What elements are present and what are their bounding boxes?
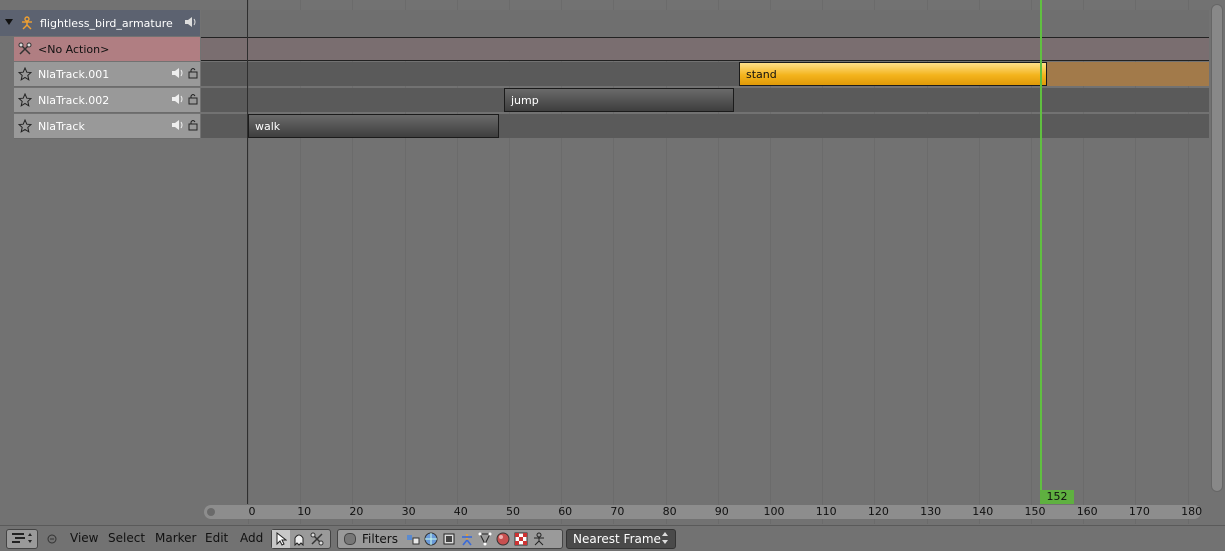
ruler-tick-label: 50 xyxy=(506,505,520,518)
speaker-icon[interactable] xyxy=(171,93,185,108)
editor-type-menu[interactable] xyxy=(6,529,38,549)
ruler-tick-label: 150 xyxy=(1024,505,1046,518)
object-channel-label: flightless_bird_armature xyxy=(40,16,173,30)
nla-strip-jump[interactable]: jump xyxy=(504,88,734,112)
track-channel[interactable]: NlaTrack xyxy=(14,114,200,139)
action-channel-label: <No Action> xyxy=(38,42,110,56)
mesh-filter-icon[interactable] xyxy=(476,530,494,548)
frame-zero-line xyxy=(247,0,248,504)
unlock-icon[interactable] xyxy=(188,93,198,108)
ruler-tick-label: 90 xyxy=(714,505,729,518)
star-icon[interactable] xyxy=(18,93,32,107)
current-frame-badge[interactable]: 152 xyxy=(1040,490,1074,504)
strip-label: walk xyxy=(255,119,281,133)
track-channel[interactable]: NlaTrack.002 xyxy=(14,88,200,113)
ruler-tick-label: 70 xyxy=(610,505,625,518)
ruler-tick-label: 120 xyxy=(867,505,889,518)
channel-list: flightless_bird_armature <No Action> Nla… xyxy=(0,0,201,524)
track-label: NlaTrack xyxy=(38,119,85,133)
ruler-tick-label: 180 xyxy=(1181,505,1203,518)
track-label: NlaTrack.002 xyxy=(38,93,110,107)
snap-mode-value: Nearest Frame xyxy=(573,532,661,546)
ruler-tick-label: 80 xyxy=(662,505,677,518)
scrollbar-thumb[interactable] xyxy=(1211,4,1223,492)
material-filter-icon[interactable] xyxy=(494,530,512,548)
action-filter-icon[interactable] xyxy=(308,530,326,548)
scene-filter-icon[interactable] xyxy=(404,530,422,548)
menu-edit[interactable]: Edit xyxy=(205,526,228,551)
ruler-tick-label: 40 xyxy=(453,505,468,518)
expand-triangle-icon[interactable] xyxy=(4,17,14,30)
ruler-tick-label: 20 xyxy=(349,505,364,518)
ruler-left-handle[interactable] xyxy=(207,508,215,516)
ruler-tick-label: 160 xyxy=(1076,505,1098,518)
unlock-icon[interactable] xyxy=(188,67,198,82)
star-icon[interactable] xyxy=(18,67,32,81)
nla-editor-icon xyxy=(11,531,33,548)
track-toggles xyxy=(171,119,198,134)
action-channel[interactable]: <No Action> xyxy=(14,37,200,61)
menu-add[interactable]: Add xyxy=(240,526,263,551)
ruler-tick-label: 60 xyxy=(558,505,573,518)
vertical-scrollbar[interactable] xyxy=(1209,0,1225,524)
armature-filter-icon[interactable] xyxy=(458,530,476,548)
ruler-tick-label: 30 xyxy=(401,505,416,518)
action-band xyxy=(201,38,1209,61)
pointer-icon[interactable] xyxy=(272,530,290,548)
texture-filter-icon[interactable] xyxy=(512,530,530,548)
ruler-tick-label: 110 xyxy=(815,505,837,518)
filters-toggle[interactable]: Filters xyxy=(338,532,404,546)
playhead[interactable] xyxy=(1040,0,1042,504)
object-filter-icon[interactable] xyxy=(440,530,458,548)
unlock-icon[interactable] xyxy=(188,119,198,134)
pose-filter-icon[interactable] xyxy=(530,530,548,548)
filters-label: Filters xyxy=(362,532,398,546)
track-label: NlaTrack.001 xyxy=(38,67,110,81)
speaker-icon[interactable] xyxy=(171,119,185,134)
hold-extend-band xyxy=(1047,62,1209,86)
track-channel[interactable]: NlaTrack.001 xyxy=(14,62,200,87)
snap-mode-select[interactable]: Nearest Frame xyxy=(566,529,676,549)
menu-view[interactable]: View xyxy=(70,526,98,551)
star-icon[interactable] xyxy=(18,119,32,133)
object-band xyxy=(201,10,1209,38)
track-toggles xyxy=(171,93,198,108)
ruler-tick-label: 130 xyxy=(920,505,942,518)
nla-strip-walk[interactable]: walk xyxy=(248,114,499,138)
ruler-tick-label: 140 xyxy=(972,505,994,518)
strip-label: stand xyxy=(746,67,777,81)
filters-radio-icon xyxy=(344,533,356,545)
speaker-icon[interactable] xyxy=(171,67,185,82)
updown-arrows-icon xyxy=(661,531,669,548)
armature-icon xyxy=(20,16,34,30)
world-filter-icon[interactable] xyxy=(422,530,440,548)
nla-editor-area[interactable]: stand jump walk 152 0 10 20 30 40 50 60 70 80 90 100… xyxy=(201,0,1209,524)
filters-group: Filters xyxy=(337,529,563,549)
menu-select[interactable]: Select xyxy=(108,526,145,551)
menu-marker[interactable]: Marker xyxy=(155,526,196,551)
ruler-tick-label: 10 xyxy=(297,505,312,518)
strip-label: jump xyxy=(511,93,539,107)
frame-ruler[interactable]: 0 10 20 30 40 50 60 70 80 90 100 110 120 130 140 150 160… xyxy=(204,505,1203,519)
collapse-header-icon[interactable] xyxy=(45,529,59,549)
speaker-icon[interactable] xyxy=(184,16,198,28)
object-channel[interactable]: flightless_bird_armature xyxy=(0,10,200,36)
ruler-tick-label: 170 xyxy=(1128,505,1150,518)
mode-button-group xyxy=(271,529,331,549)
action-icon xyxy=(18,42,32,56)
track-toggles xyxy=(171,67,198,82)
ghost-icon[interactable] xyxy=(290,530,308,548)
nla-strip-stand[interactable]: stand xyxy=(739,62,1047,86)
ruler-tick-label: 100 xyxy=(763,505,785,518)
ruler-tick-label: 0 xyxy=(248,505,256,518)
header-toolbar: View Select Marker Edit Add Filters Near… xyxy=(0,525,1225,551)
